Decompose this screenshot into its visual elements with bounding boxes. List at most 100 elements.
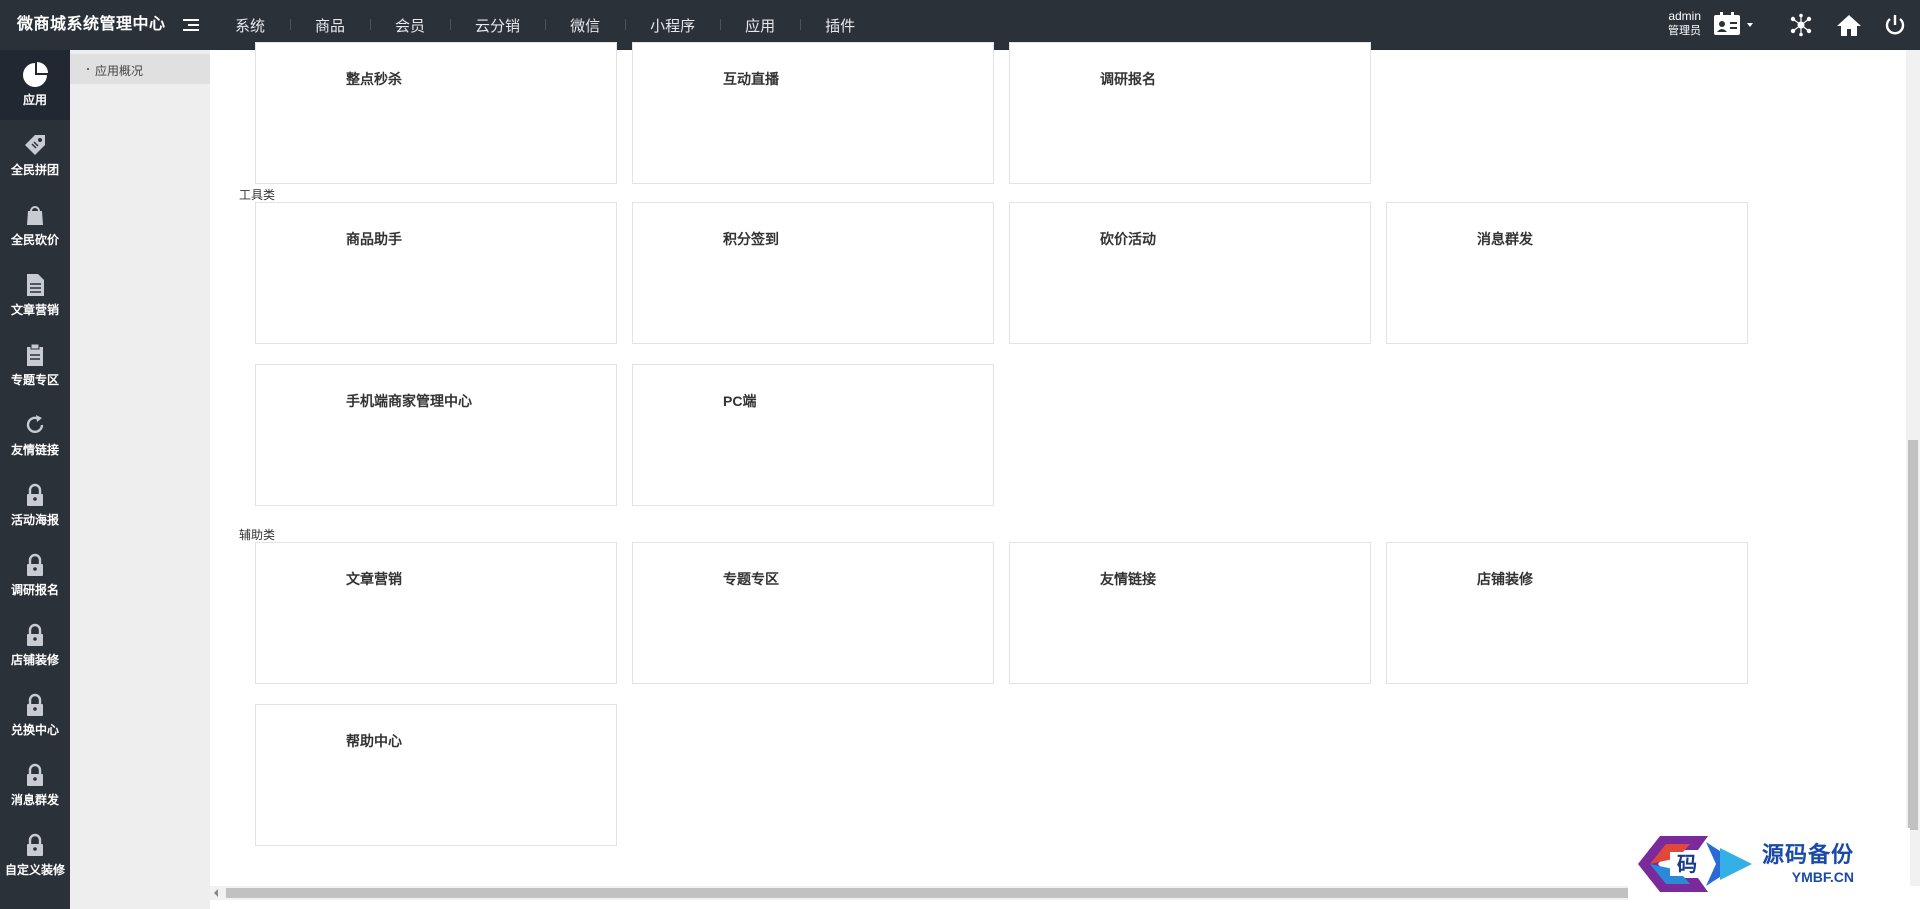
home-button[interactable] (1834, 11, 1864, 39)
logout-button[interactable] (1880, 11, 1910, 39)
watermark-text: 源码备份 YMBF.CN (1762, 842, 1854, 886)
bullet-icon (87, 68, 89, 70)
app-card-title: 友情链接 (1100, 571, 1156, 587)
watermark-subtitle: YMBF.CN (1791, 869, 1855, 885)
lock-icon (22, 832, 48, 858)
app-card-title: 店铺装修 (1477, 571, 1533, 587)
app-card[interactable]: 积分签到 (632, 202, 994, 344)
nav-item-distribution[interactable]: 云分销 (450, 15, 545, 36)
sidebar-item-label: 店铺装修 (10, 653, 59, 667)
app-card-title: PC端 (723, 393, 757, 409)
sidebar-item-label: 消息群发 (10, 793, 59, 807)
app-card-title: 消息群发 (1477, 231, 1533, 247)
app-card-title: 调研报名 (1100, 71, 1156, 87)
app-card[interactable]: 友情链接 (1009, 542, 1371, 684)
app-card-title: 互动直播 (723, 71, 779, 87)
nav-item-apps[interactable]: 应用 (720, 15, 800, 36)
sidebar-item-exchange[interactable]: 兑换中心 (0, 680, 70, 750)
sidebar-item-posters[interactable]: 活动海报 (0, 470, 70, 540)
network-icon (1790, 13, 1812, 37)
app-card[interactable]: 专题专区 (632, 542, 994, 684)
sidebar-item-label: 应用 (22, 93, 47, 107)
tag-icon (22, 132, 48, 158)
sidebar-item-label: 调研报名 (10, 583, 59, 597)
pie-chart-icon (22, 62, 48, 88)
app-card[interactable]: 整点秒杀 (255, 42, 617, 184)
sidebar-item-label: 兑换中心 (10, 723, 59, 737)
sub-menu: 应用概况 (70, 50, 210, 909)
app-card-title: 帮助中心 (346, 733, 402, 749)
submenu-item-overview[interactable]: 应用概况 (70, 54, 210, 84)
bag-icon (22, 202, 48, 228)
sidebar-item-articles[interactable]: 文章营销 (0, 260, 70, 330)
app-card-title: 文章营销 (346, 571, 402, 587)
nav-item-member[interactable]: 会员 (370, 15, 450, 36)
app-card[interactable]: 商品助手 (255, 202, 617, 344)
app-card[interactable]: PC端 (632, 364, 994, 506)
nav-item-wechat[interactable]: 微信 (545, 15, 625, 36)
sidebar-item-links[interactable]: 友情链接 (0, 400, 70, 470)
app-card[interactable]: 调研报名 (1009, 42, 1371, 184)
app-card[interactable]: 砍价活动 (1009, 202, 1371, 344)
brand-title: 微商城系统管理中心 (17, 16, 166, 33)
user-role: 管理员 (1668, 25, 1701, 37)
refresh-icon (22, 412, 48, 438)
left-sidebar: 应用 全民拼团 全民砍价 文章营销 专题专区 友情链接 活动海报 调研报名 店铺… (0, 50, 70, 909)
sidebar-item-custom-decor[interactable]: 自定义装修 (0, 820, 70, 890)
app-card-title: 整点秒杀 (346, 71, 402, 87)
sidebar-item-topics[interactable]: 专题专区 (0, 330, 70, 400)
network-button[interactable] (1786, 11, 1816, 39)
clipboard-icon (22, 342, 48, 368)
section-label-tools: 工具类 (239, 188, 276, 202)
app-card[interactable]: 帮助中心 (255, 704, 617, 846)
sidebar-item-group-buy[interactable]: 全民拼团 (0, 120, 70, 190)
nav-item-plugins[interactable]: 插件 (800, 15, 880, 36)
watermark: 码 源码备份 YMBF.CN (1628, 828, 1910, 900)
nav-item-miniapp[interactable]: 小程序 (625, 15, 720, 36)
section-label-aux: 辅助类 (239, 528, 276, 542)
vertical-scroll-thumb[interactable] (1908, 440, 1918, 830)
sidebar-item-label: 全民砍价 (10, 233, 59, 247)
lock-icon (22, 692, 48, 718)
app-card[interactable]: 文章营销 (255, 542, 617, 684)
app-card[interactable]: 手机端商家管理中心 (255, 364, 617, 506)
scroll-left-arrow-icon[interactable] (214, 889, 218, 897)
sidebar-item-label: 全民拼团 (10, 163, 59, 177)
watermark-logo: 码 (1628, 828, 1758, 900)
app-card-title: 专题专区 (723, 571, 779, 587)
user-card-dropdown[interactable] (1710, 11, 1758, 39)
submenu-item-label: 应用概况 (95, 64, 144, 78)
sidebar-item-store-decor[interactable]: 店铺装修 (0, 610, 70, 680)
document-icon (22, 272, 48, 298)
power-icon (1885, 15, 1905, 35)
sidebar-item-mass-message[interactable]: 消息群发 (0, 750, 70, 820)
watermark-title: 源码备份 (1762, 842, 1855, 867)
nav-item-system[interactable]: 系统 (210, 15, 290, 36)
svg-text:码: 码 (1677, 852, 1697, 876)
app-card-title: 手机端商家管理中心 (346, 393, 472, 409)
app-card[interactable]: 店铺装修 (1386, 542, 1748, 684)
menu-toggle-icon[interactable] (183, 19, 199, 33)
lock-icon (22, 552, 48, 578)
app-card[interactable]: 消息群发 (1386, 202, 1748, 344)
sidebar-item-apps[interactable]: 应用 (0, 50, 70, 120)
sidebar-item-label: 自定义装修 (4, 863, 65, 877)
sidebar-item-bargain[interactable]: 全民砍价 (0, 190, 70, 260)
sidebar-item-survey[interactable]: 调研报名 (0, 540, 70, 610)
main-content: 整点秒杀 互动直播 调研报名 工具类 商品助手 积分签到 砍价活动 消息群发 手… (210, 42, 1906, 886)
lock-icon (22, 482, 48, 508)
chevron-down-icon (1747, 23, 1753, 27)
sidebar-item-label: 专题专区 (10, 373, 59, 387)
horizontal-scroll-thumb[interactable] (226, 888, 1866, 898)
app-card-title: 砍价活动 (1100, 231, 1156, 247)
app-card-title: 积分签到 (723, 231, 779, 247)
sidebar-item-label: 友情链接 (10, 443, 59, 457)
user-info[interactable]: admin 管理员 (1661, 8, 1701, 38)
app-card-title: 商品助手 (346, 231, 402, 247)
lock-icon (22, 622, 48, 648)
id-card-icon (1714, 12, 1753, 35)
app-card[interactable]: 互动直播 (632, 42, 994, 184)
user-name: admin (1668, 9, 1701, 23)
nav-item-goods[interactable]: 商品 (290, 15, 370, 36)
vertical-scrollbar[interactable] (1906, 50, 1920, 886)
